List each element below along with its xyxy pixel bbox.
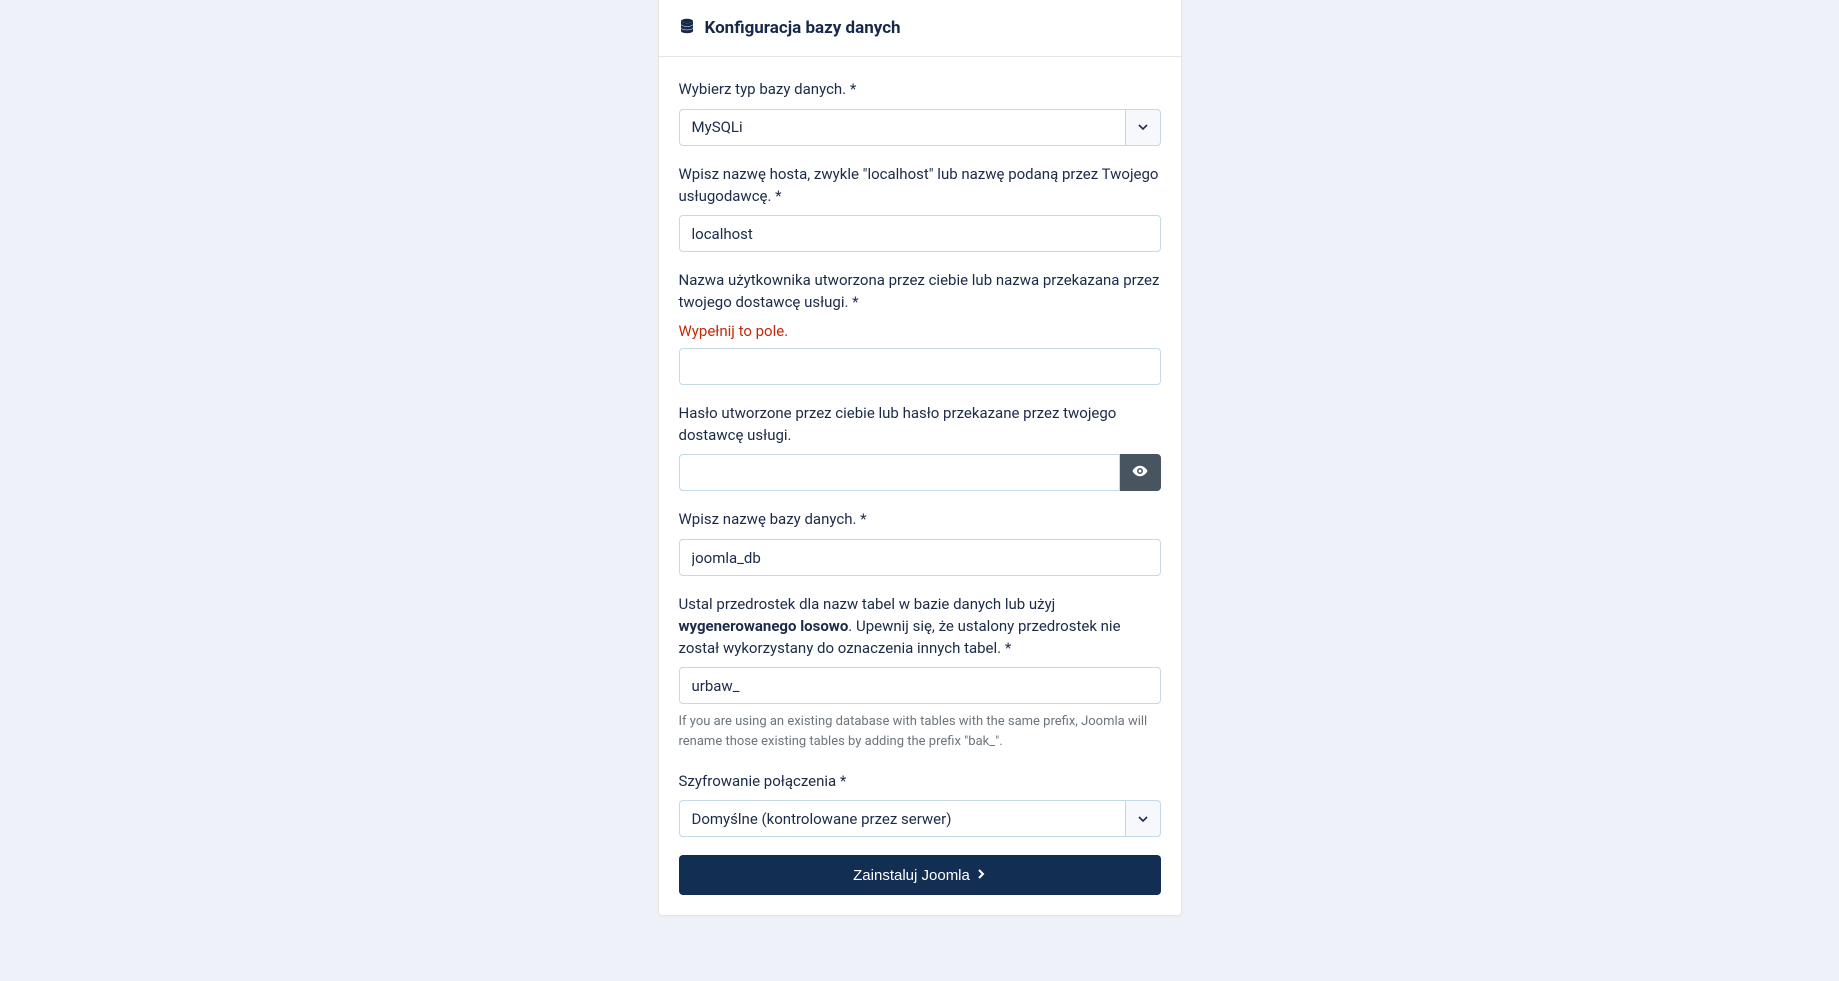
user-group: Nazwa użytkownika utworzona przez ciebie… <box>679 270 1161 385</box>
user-input[interactable] <box>679 348 1161 385</box>
encryption-select-wrap: Domyślne (kontrolowane przez serwer) <box>679 800 1161 837</box>
prefix-label: Ustal przedrostek dla nazw tabel w bazie… <box>679 594 1161 659</box>
form-body: Wybierz typ bazy danych. * MySQLi Wpisz … <box>659 57 1181 837</box>
dbtype-select[interactable]: MySQLi <box>679 109 1126 146</box>
encryption-select[interactable]: Domyślne (kontrolowane przez serwer) <box>679 800 1126 837</box>
dbname-input[interactable] <box>679 539 1161 576</box>
prefix-help: If you are using an existing database wi… <box>679 712 1161 752</box>
dbname-group: Wpisz nazwę bazy danych. * <box>679 509 1161 576</box>
install-button[interactable]: Zainstaluj Joomla <box>679 855 1161 895</box>
card-header: Konfiguracja bazy danych <box>659 0 1181 57</box>
config-card: Konfiguracja bazy danych Wybierz typ baz… <box>658 0 1182 916</box>
prefix-label-part1: Ustal przedrostek dla nazw tabel w bazie… <box>679 595 1056 613</box>
prefix-label-bold: wygenerowanego losowo <box>679 617 849 635</box>
dbname-label: Wpisz nazwę bazy danych. * <box>679 509 1161 531</box>
password-label: Hasło utworzone przez ciebie lub hasło p… <box>679 403 1161 447</box>
dbtype-label: Wybierz typ bazy danych. * <box>679 79 1161 101</box>
chevron-down-icon <box>1125 800 1160 837</box>
eye-icon <box>1131 462 1149 483</box>
host-group: Wpisz nazwę hosta, zwykle "localhost" lu… <box>679 164 1161 253</box>
user-label: Nazwa użytkownika utworzona przez ciebie… <box>679 270 1161 314</box>
host-label: Wpisz nazwę hosta, zwykle "localhost" lu… <box>679 164 1161 208</box>
prefix-group: Ustal przedrostek dla nazw tabel w bazie… <box>679 594 1161 753</box>
dbtype-group: Wybierz typ bazy danych. * MySQLi <box>679 79 1161 146</box>
dbtype-select-wrap: MySQLi <box>679 109 1161 146</box>
chevron-right-icon <box>976 867 986 884</box>
chevron-down-icon <box>1125 109 1160 146</box>
database-icon <box>679 18 695 38</box>
password-wrap <box>679 454 1161 491</box>
toggle-password-button[interactable] <box>1120 454 1160 491</box>
install-button-label: Zainstaluj Joomla <box>853 867 970 884</box>
host-input[interactable] <box>679 215 1161 252</box>
user-error: Wypełnij to pole. <box>679 322 1161 340</box>
password-group: Hasło utworzone przez ciebie lub hasło p… <box>679 403 1161 492</box>
password-input[interactable] <box>679 454 1121 491</box>
card-title: Konfiguracja bazy danych <box>705 18 901 38</box>
prefix-input[interactable] <box>679 667 1161 704</box>
encryption-group: Szyfrowanie połączenia * Domyślne (kontr… <box>679 771 1161 838</box>
encryption-label: Szyfrowanie połączenia * <box>679 771 1161 793</box>
